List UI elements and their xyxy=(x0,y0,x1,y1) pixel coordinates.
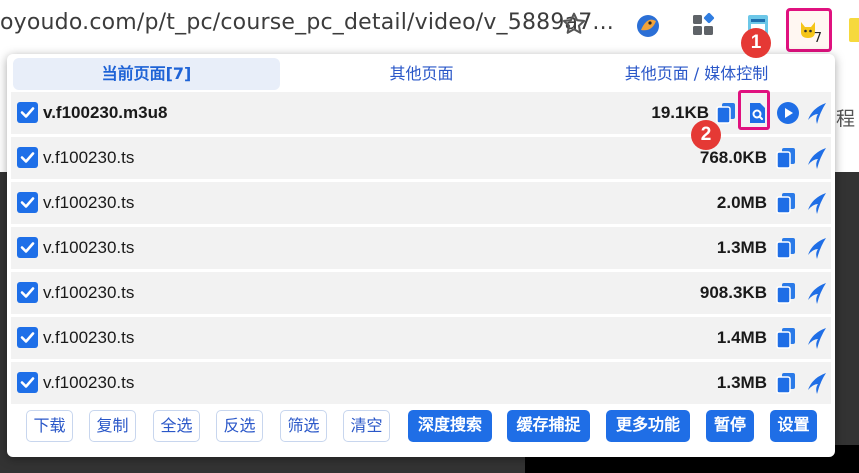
checkmark-icon xyxy=(20,152,35,163)
resource-row[interactable]: v.f100230.ts 1.4MB xyxy=(11,317,831,359)
select-all-button[interactable]: 全选 xyxy=(153,410,200,442)
resource-row[interactable]: v.f100230.ts 908.3KB xyxy=(11,272,831,314)
row-checkbox[interactable] xyxy=(17,147,38,168)
extension-badge-count: 7 xyxy=(813,31,822,46)
send-to-app-icon[interactable] xyxy=(804,280,830,306)
callout-badge-1: 1 xyxy=(741,28,771,58)
tab-other-pages[interactable]: 其他页面 xyxy=(288,58,555,90)
cat-catch-extension-button[interactable]: 7 xyxy=(786,8,832,52)
checkmark-icon xyxy=(20,107,35,118)
resource-row[interactable]: v.f100230.ts 1.3MB xyxy=(11,227,831,269)
copy-icon[interactable] xyxy=(773,325,799,351)
copy-icon[interactable] xyxy=(773,280,799,306)
page-side-text: 程 xyxy=(836,108,856,130)
popup-action-bar: 下载 复制 全选 反选 筛选 清空 深度搜索 缓存捕捉 更多功能 暂停 设置 xyxy=(7,408,835,448)
send-to-app-icon[interactable] xyxy=(804,235,830,261)
resource-name[interactable]: v.f100230.ts xyxy=(43,238,134,258)
resource-name[interactable]: v.f100230.ts xyxy=(43,328,134,348)
download-button[interactable]: 下载 xyxy=(26,410,73,442)
copy-icon[interactable] xyxy=(773,190,799,216)
callout-badge-2: 2 xyxy=(691,120,721,150)
filter-button[interactable]: 筛选 xyxy=(280,410,327,442)
send-to-app-icon[interactable] xyxy=(804,370,830,396)
tab-other-pages-media-control[interactable]: 其他页面 / 媒体控制 xyxy=(563,58,830,90)
resource-name[interactable]: v.f100230.ts xyxy=(43,193,134,213)
row-checkbox[interactable] xyxy=(17,372,38,393)
clear-button[interactable]: 清空 xyxy=(343,410,390,442)
resource-size: 1.3MB xyxy=(716,238,767,257)
copy-button[interactable]: 复制 xyxy=(89,410,136,442)
resource-name[interactable]: v.f100230.ts xyxy=(43,283,134,303)
checkmark-icon xyxy=(20,332,35,343)
row-checkbox[interactable] xyxy=(17,237,38,258)
tab-current-page[interactable]: 当前页面[7] xyxy=(13,58,280,90)
send-to-app-icon[interactable] xyxy=(804,190,830,216)
deep-search-button[interactable]: 深度搜索 xyxy=(408,410,492,442)
extension-puzzle-icon[interactable] xyxy=(690,12,716,38)
row-checkbox[interactable] xyxy=(17,327,38,348)
play-icon[interactable] xyxy=(775,100,801,126)
copy-icon[interactable] xyxy=(773,145,799,171)
resource-size: 1.3MB xyxy=(716,373,767,392)
checkmark-icon xyxy=(20,377,35,388)
bookmark-star-icon[interactable] xyxy=(560,10,588,38)
pause-button[interactable]: 暂停 xyxy=(706,410,754,442)
resource-size: 908.3KB xyxy=(699,283,767,302)
resource-row[interactable]: v.f100230.ts 1.3MB xyxy=(11,362,831,404)
checkmark-icon xyxy=(20,197,35,208)
row-checkbox[interactable] xyxy=(17,192,38,213)
settings-button[interactable]: 设置 xyxy=(770,410,817,442)
resource-name[interactable]: v.f100230.ts xyxy=(43,148,134,168)
address-bar-url[interactable]: oyoudo.com/p/t_pc/course_pc_detail/video… xyxy=(0,10,614,35)
copy-icon[interactable] xyxy=(713,100,739,126)
cat-catch-popup: 当前页面[7] 其他页面 其他页面 / 媒体控制 v.f100230.m3u8 … xyxy=(7,54,835,457)
send-to-app-icon[interactable] xyxy=(804,325,830,351)
resource-name[interactable]: v.f100230.m3u8 xyxy=(43,103,167,123)
checkmark-icon xyxy=(20,287,35,298)
send-to-app-icon[interactable] xyxy=(804,145,830,171)
send-to-app-icon[interactable] xyxy=(804,100,830,126)
copy-icon[interactable] xyxy=(773,370,799,396)
resource-size: 2.0MB xyxy=(716,193,767,212)
resource-size: 768.0KB xyxy=(699,148,767,167)
more-features-button[interactable]: 更多功能 xyxy=(606,410,690,442)
extension-partial-icon[interactable] xyxy=(849,18,859,42)
copy-icon[interactable] xyxy=(773,235,799,261)
search-icon-highlight xyxy=(738,90,770,130)
row-checkbox[interactable] xyxy=(17,102,38,123)
popup-tabs: 当前页面[7] 其他页面 其他页面 / 媒体控制 xyxy=(7,54,835,92)
browser-toolbar: oyoudo.com/p/t_pc/course_pc_detail/video… xyxy=(0,0,859,56)
resource-name[interactable]: v.f100230.ts xyxy=(43,373,134,393)
checkmark-icon xyxy=(20,242,35,253)
extension-fox-icon[interactable] xyxy=(635,12,661,38)
resource-row[interactable]: v.f100230.ts 2.0MB xyxy=(11,182,831,224)
invert-selection-button[interactable]: 反选 xyxy=(216,410,263,442)
row-checkbox[interactable] xyxy=(17,282,38,303)
cache-capture-button[interactable]: 缓存捕捉 xyxy=(507,410,590,442)
resource-size: 1.4MB xyxy=(716,328,767,347)
